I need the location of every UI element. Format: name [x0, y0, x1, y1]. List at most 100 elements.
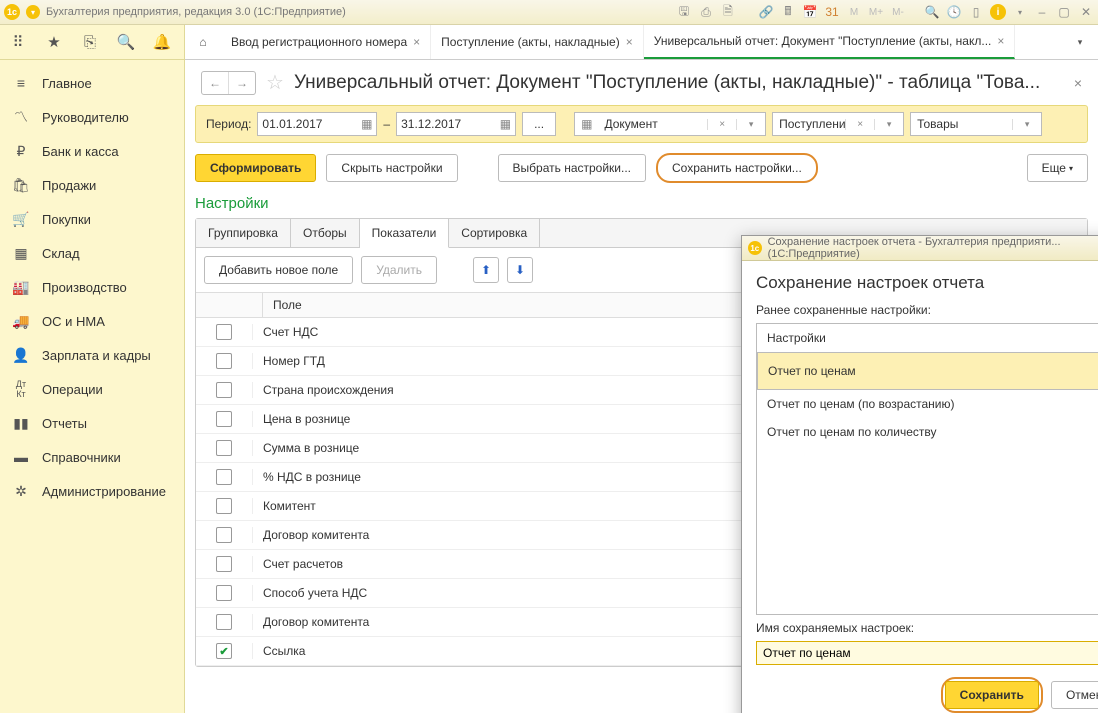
chevron-down-icon[interactable]: ▾ — [736, 119, 765, 130]
checkbox[interactable] — [216, 440, 232, 456]
save-icon[interactable]: 🖫 — [676, 4, 692, 20]
mminus-icon[interactable]: M- — [890, 4, 906, 20]
link-icon[interactable]: 🔗 — [758, 4, 774, 20]
checkbox[interactable] — [216, 411, 232, 427]
save-settings-button[interactable]: Сохранить настройки... — [656, 153, 818, 183]
close-tab-icon[interactable]: × — [997, 34, 1004, 48]
nav-operations[interactable]: ДтКтОперации — [0, 372, 184, 406]
tab-universal-report[interactable]: Универсальный отчет: Документ "Поступлен… — [644, 25, 1016, 59]
date-from-input[interactable]: 01.01.2017▦ — [257, 112, 377, 136]
dialog-cancel-button[interactable]: Отмена — [1051, 681, 1098, 709]
favorite-icon[interactable]: ★ — [36, 25, 72, 59]
date-to-input[interactable]: 31.12.2017▦ — [396, 112, 516, 136]
delete-field-button[interactable]: Удалить — [361, 256, 437, 284]
list-item[interactable]: Отчет по ценам по количеству — [757, 418, 1098, 446]
clipboard-icon[interactable]: ⎘ — [72, 25, 108, 59]
table-select[interactable]: Товары▾ — [910, 112, 1042, 136]
subtab-grouping[interactable]: Группировка — [196, 219, 291, 247]
checkbox[interactable] — [216, 469, 232, 485]
tab-regnumber[interactable]: Ввод регистрационного номера× — [221, 25, 431, 59]
nav-salary[interactable]: 👤Зарплата и кадры — [0, 338, 184, 372]
checkbox[interactable] — [216, 382, 232, 398]
chevron-down-icon[interactable]: ▾ — [1012, 119, 1041, 130]
preview-icon[interactable]: 🗎 — [720, 4, 736, 20]
m-icon[interactable]: M — [846, 4, 862, 20]
list-item[interactable]: Настройки — [757, 324, 1098, 352]
checkbox[interactable]: ✔ — [216, 643, 232, 659]
move-up-button[interactable]: ⬆ — [473, 257, 499, 283]
nav-assets[interactable]: 🚚ОС и НМА — [0, 304, 184, 338]
list-item[interactable]: Отчет по ценам (по возрастанию) — [757, 390, 1098, 418]
checkbox[interactable] — [216, 585, 232, 601]
chevron-down-icon[interactable]: ▾ — [874, 119, 903, 130]
calc-icon[interactable]: 🖩 — [780, 4, 796, 20]
home-tab-icon[interactable]: ⌂ — [185, 25, 221, 59]
close-window-icon[interactable]: ✕ — [1078, 4, 1094, 20]
saved-settings-list[interactable]: Настройки Отчет по ценам Отчет по ценам … — [756, 323, 1098, 615]
tab-menu-icon[interactable]: ▾ — [1062, 25, 1098, 59]
type-select[interactable]: ▦Документ×▾ — [574, 112, 766, 136]
checkbox[interactable] — [216, 498, 232, 514]
checkbox[interactable] — [216, 353, 232, 369]
settings-name-input[interactable] — [756, 641, 1098, 665]
nav-purchases[interactable]: 🛒Покупки — [0, 202, 184, 236]
star-icon[interactable]: ☆ — [266, 70, 284, 95]
nav-dictionaries[interactable]: ▬Справочники — [0, 440, 184, 474]
move-down-button[interactable]: ⬇ — [507, 257, 533, 283]
tab-receipt[interactable]: Поступление (акты, накладные)× — [431, 25, 644, 59]
dtkt-icon: ДтКт — [12, 379, 30, 399]
nav-sales[interactable]: 🛍Продажи — [0, 168, 184, 202]
date-icon[interactable]: 31 — [824, 4, 840, 20]
close-tab-icon[interactable]: × — [413, 35, 420, 49]
search-nav-icon[interactable]: 🔍 — [108, 25, 144, 59]
app-menu-dropdown[interactable]: ▾ — [26, 5, 40, 19]
checkbox[interactable] — [216, 614, 232, 630]
nav-bank[interactable]: ₽Банк и касса — [0, 134, 184, 168]
choose-settings-button[interactable]: Выбрать настройки... — [498, 154, 646, 182]
panel-icon[interactable]: ▯ — [968, 4, 984, 20]
bell-icon[interactable]: 🔔 — [144, 25, 180, 59]
apps-icon[interactable]: ⠿ — [0, 25, 36, 59]
hide-settings-button[interactable]: Скрыть настройки — [326, 154, 457, 182]
info-dd-icon[interactable]: ▾ — [1012, 4, 1028, 20]
dialog-save-button[interactable]: Сохранить — [945, 681, 1039, 709]
search-icon[interactable]: 🔍 — [924, 4, 940, 20]
app-title: Бухгалтерия предприятия, редакция 3.0 (1… — [46, 6, 346, 18]
subtab-indicators[interactable]: Показатели — [360, 219, 450, 248]
maximize-icon[interactable]: ▢ — [1056, 4, 1072, 20]
nav-warehouse[interactable]: ▦Склад — [0, 236, 184, 270]
clear-icon[interactable]: × — [707, 119, 736, 130]
list-item-selected[interactable]: Отчет по ценам — [757, 352, 1098, 390]
nav-reports[interactable]: ▮▮Отчеты — [0, 406, 184, 440]
action-bar: Сформировать Скрыть настройки Выбрать на… — [185, 143, 1098, 193]
calendar-icon[interactable]: 📅 — [802, 4, 818, 20]
page-header: ← → ☆ Универсальный отчет: Документ "Пос… — [185, 60, 1098, 105]
clear-icon[interactable]: × — [845, 119, 874, 130]
close-page-icon[interactable]: × — [1074, 75, 1082, 91]
info-icon[interactable]: i — [990, 4, 1006, 20]
nav-manager[interactable]: 〽Руководителю — [0, 100, 184, 134]
period-picker-button[interactable]: ... — [522, 112, 556, 136]
subtab-sorting[interactable]: Сортировка — [449, 219, 540, 247]
nav-admin[interactable]: ✲Администрирование — [0, 474, 184, 508]
minimize-icon[interactable]: – — [1034, 4, 1050, 20]
calendar-icon[interactable]: ▦ — [357, 117, 372, 131]
nav-main[interactable]: ≡Главное — [0, 66, 184, 100]
history-icon[interactable]: 🕓 — [946, 4, 962, 20]
nav-production[interactable]: 🏭Производство — [0, 270, 184, 304]
forward-button[interactable]: → — [228, 72, 255, 94]
doc-select[interactable]: Поступление (акт×▾ — [772, 112, 904, 136]
more-button[interactable]: Еще ▾ — [1027, 154, 1088, 182]
checkbox[interactable] — [216, 527, 232, 543]
form-button[interactable]: Сформировать — [195, 154, 316, 182]
checkbox[interactable] — [216, 324, 232, 340]
calendar-icon[interactable]: ▦ — [496, 117, 511, 131]
checkbox[interactable] — [216, 556, 232, 572]
mplus-icon[interactable]: M+ — [868, 4, 884, 20]
add-field-button[interactable]: Добавить новое поле — [204, 256, 353, 284]
save-settings-dialog: 1c Сохранение настроек отчета - Бухгалте… — [741, 235, 1098, 713]
subtab-filters[interactable]: Отборы — [291, 219, 360, 247]
print-icon[interactable]: ⎙ — [698, 4, 714, 20]
close-tab-icon[interactable]: × — [626, 35, 633, 49]
back-button[interactable]: ← — [202, 72, 228, 94]
